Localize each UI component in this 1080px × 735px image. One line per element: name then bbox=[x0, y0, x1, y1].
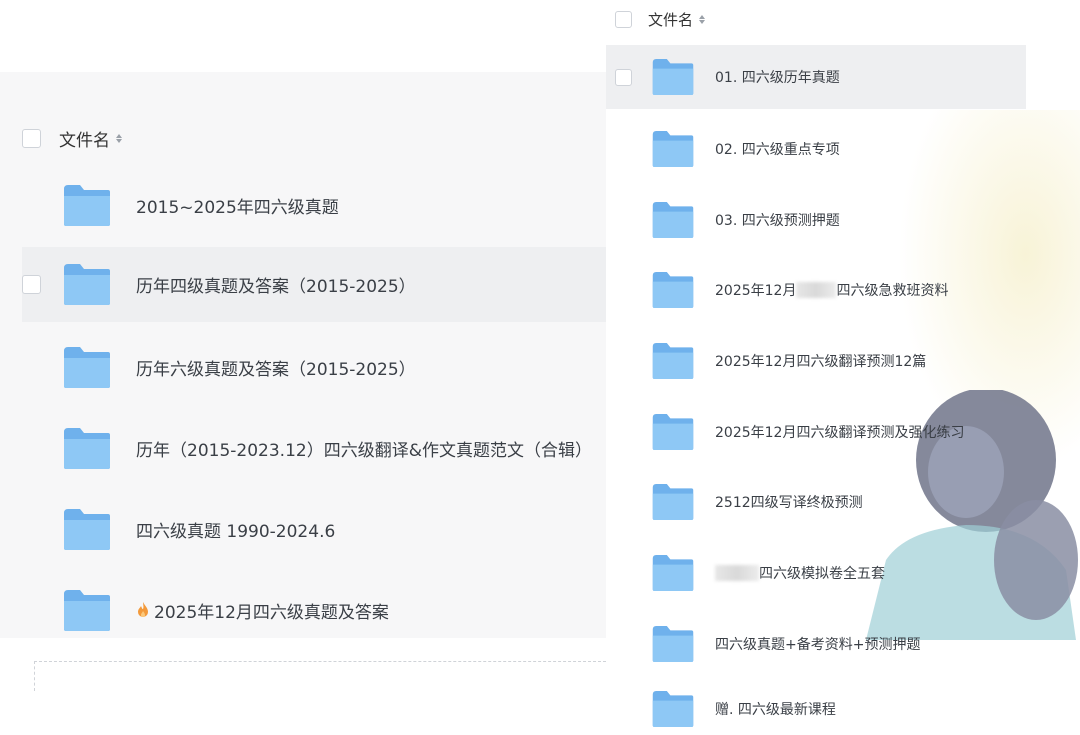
right-folder-row[interactable]: 2025年12月四六级翻译预测及强化练习 bbox=[606, 400, 1026, 464]
folder-icon bbox=[651, 200, 695, 240]
folder-icon bbox=[651, 57, 695, 97]
right-folder-row[interactable]: 2025年12月 四六级急救班资料 bbox=[606, 258, 1026, 322]
right-folder-row[interactable]: 02. 四六级重点专项 bbox=[606, 117, 1026, 181]
sort-icon[interactable] bbox=[116, 133, 122, 143]
right-folder-row[interactable]: 赠. 四六级最新课程 bbox=[606, 682, 1026, 735]
left-filename-column-header[interactable]: 文件名 bbox=[59, 126, 110, 151]
folder-icon bbox=[651, 624, 695, 664]
left-folder-name: 2015~2025年四六级真题 bbox=[136, 197, 339, 218]
right-folder-name: 2025年12月四六级翻译预测及强化练习 bbox=[715, 425, 965, 441]
right-folder-row[interactable]: 01. 四六级历年真题 bbox=[606, 45, 1026, 109]
folder-icon bbox=[651, 412, 695, 452]
left-dashed-drop-area bbox=[34, 661, 606, 691]
left-folder-row[interactable]: 2015~2025年四六级真题 bbox=[22, 165, 606, 245]
right-folder-name-group: 四六级模拟卷全五套 bbox=[715, 563, 885, 583]
folder-icon bbox=[651, 482, 695, 522]
folder-icon bbox=[62, 507, 112, 552]
row-checkbox[interactable] bbox=[615, 68, 632, 86]
folder-icon bbox=[651, 341, 695, 381]
folder-icon bbox=[62, 183, 112, 228]
sort-icon[interactable] bbox=[699, 14, 706, 24]
left-folder-name: 2025年12月四六级真题及答案 bbox=[154, 602, 389, 623]
right-folder-name: 01. 四六级历年真题 bbox=[715, 70, 840, 86]
right-folder-row[interactable]: 四六级模拟卷全五套 bbox=[606, 541, 1026, 605]
left-select-all-checkbox[interactable] bbox=[22, 128, 41, 148]
right-folder-name-group: 2025年12月 四六级急救班资料 bbox=[715, 280, 948, 300]
right-folder-row[interactable]: 2512四级写译终极预测 bbox=[606, 470, 1026, 534]
redacted-text bbox=[715, 565, 759, 581]
row-checkbox[interactable] bbox=[22, 275, 41, 294]
left-folder-row[interactable]: 四六级真题 1990-2024.6 bbox=[22, 489, 606, 569]
left-folder-row[interactable]: 2025年12月四六级真题及答案 bbox=[22, 570, 606, 650]
left-folder-name: 历年六级真题及答案（2015-2025） bbox=[136, 359, 416, 380]
right-select-all-checkbox[interactable] bbox=[615, 10, 632, 28]
folder-icon bbox=[62, 426, 112, 471]
folder-icon bbox=[62, 588, 112, 633]
folder-icon bbox=[651, 129, 695, 169]
right-folder-name: 四六级真题+备考资料+预测押题 bbox=[715, 637, 921, 653]
folder-icon bbox=[651, 689, 695, 729]
folder-icon bbox=[651, 270, 695, 310]
right-folder-name-part: 四六级急救班资料 bbox=[836, 283, 949, 299]
left-folder-row[interactable]: 历年六级真题及答案（2015-2025） bbox=[22, 327, 606, 407]
right-folder-name-part: 2025年12月 bbox=[715, 283, 797, 299]
left-folder-name: 四六级真题 1990-2024.6 bbox=[136, 521, 336, 542]
right-filename-column-header[interactable]: 文件名 bbox=[648, 9, 693, 30]
left-folder-row[interactable]: 历年四级真题及答案（2015-2025） bbox=[22, 247, 606, 322]
right-folder-name: 02. 四六级重点专项 bbox=[715, 142, 840, 158]
left-folder-name: 历年（2015-2023.12）四六级翻译&作文真题范文（合辑） bbox=[136, 440, 592, 461]
right-folder-row[interactable]: 03. 四六级预测押题 bbox=[606, 188, 1026, 252]
right-folder-name: 03. 四六级预测押题 bbox=[715, 213, 840, 229]
fire-icon bbox=[138, 602, 148, 617]
left-folder-name: 历年四级真题及答案（2015-2025） bbox=[136, 277, 416, 297]
folder-icon bbox=[62, 262, 112, 307]
left-list-header: 文件名 bbox=[22, 126, 122, 151]
left-folder-name-group: 2025年12月四六级真题及答案 bbox=[136, 598, 389, 623]
right-folder-row[interactable]: 四六级真题+备考资料+预测押题 bbox=[606, 612, 1026, 676]
right-folder-row[interactable]: 2025年12月四六级翻译预测12篇 bbox=[606, 329, 1026, 393]
left-folder-row[interactable]: 历年（2015-2023.12）四六级翻译&作文真题范文（合辑） bbox=[22, 408, 606, 488]
right-folder-name: 2512四级写译终极预测 bbox=[715, 495, 863, 511]
right-list-header: 文件名 bbox=[615, 9, 706, 30]
right-folder-name-part: 四六级模拟卷全五套 bbox=[759, 566, 885, 582]
folder-icon bbox=[651, 553, 695, 593]
redacted-text bbox=[796, 282, 837, 298]
right-folder-name: 2025年12月四六级翻译预测12篇 bbox=[715, 354, 927, 370]
folder-icon bbox=[62, 345, 112, 390]
right-folder-name: 赠. 四六级最新课程 bbox=[715, 701, 836, 718]
